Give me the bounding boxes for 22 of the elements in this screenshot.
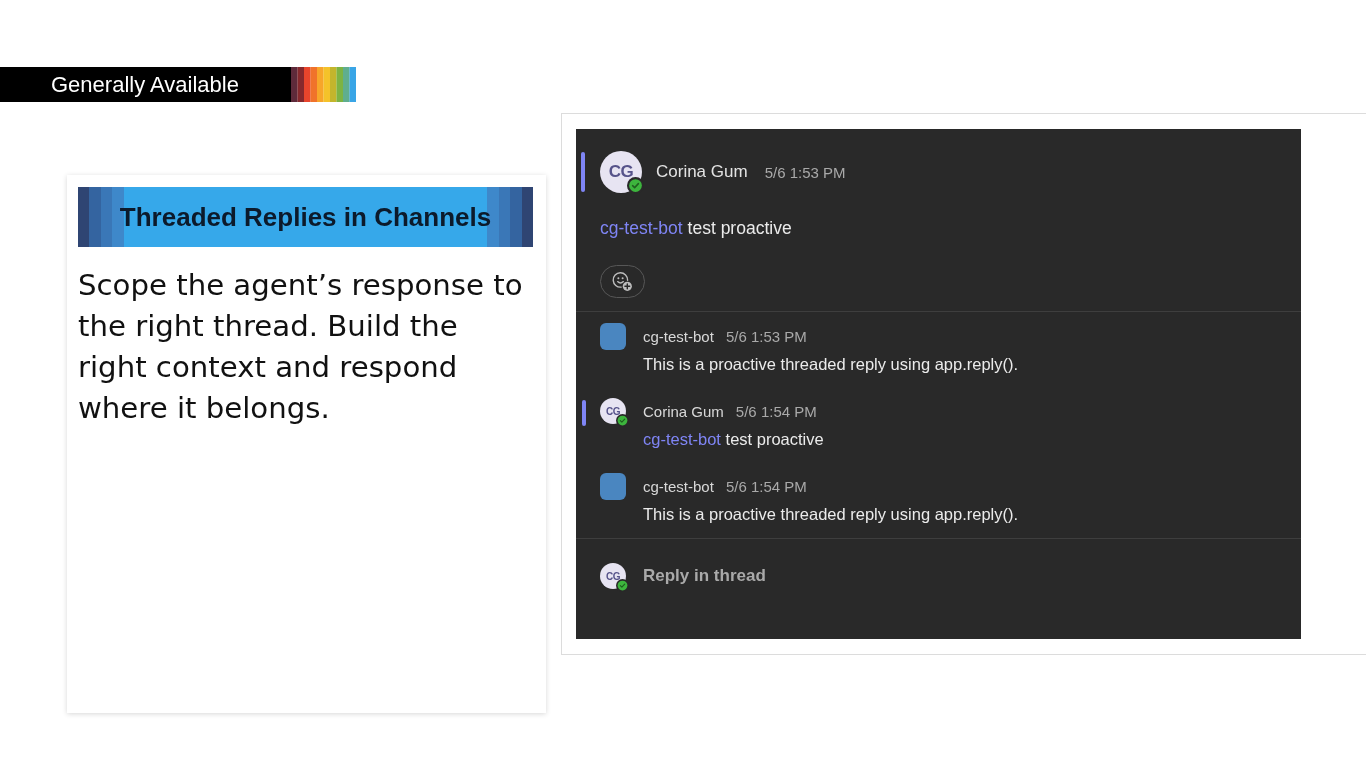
add-reaction-icon (612, 271, 633, 292)
message-time: 5/6 1:54 PM (725, 477, 807, 495)
reply-input[interactable]: Reply in thread (643, 563, 863, 589)
feature-title: Threaded Replies in Channels (78, 187, 533, 247)
author-name: Corina Gum (656, 162, 748, 182)
mention-link[interactable]: cg-test-bot (643, 430, 721, 448)
message-text: This is a proactive threaded reply using app.reply(). (643, 504, 1019, 525)
author-name: Corina Gum (643, 402, 724, 420)
message-text: cg-test-bot test proactive (600, 217, 792, 240)
author-name: cg-test-bot (643, 327, 714, 345)
stripe-decoration (291, 67, 356, 102)
availability-label: Generally Available (0, 67, 291, 102)
message-time: 5/6 1:53 PM (725, 327, 807, 345)
message-time: 5/6 1:53 PM (764, 163, 846, 181)
message-text: cg-test-bot test proactive (643, 429, 824, 450)
bot-avatar (600, 473, 626, 500)
feature-description: Scope the agent’s response to the right thread. Build the right context and respond where it belongs. (78, 267, 524, 427)
bot-avatar (600, 323, 626, 350)
mention-link[interactable]: cg-test-bot (600, 218, 683, 238)
message-time: 5/6 1:54 PM (735, 402, 817, 420)
author-name: cg-test-bot (643, 477, 714, 495)
message-text: This is a proactive threaded reply using app.reply(). (643, 354, 1019, 375)
